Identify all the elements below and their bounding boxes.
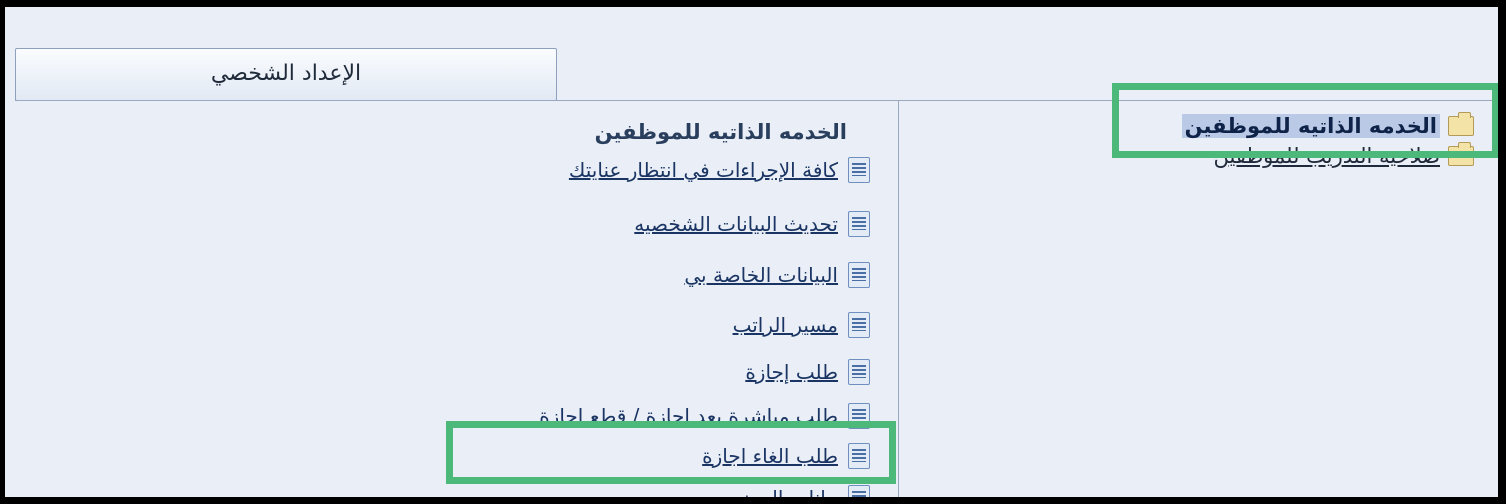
document-icon: [848, 443, 870, 469]
link-label[interactable]: مسير الراتب: [733, 313, 838, 337]
navigator-item-training[interactable]: صلاحيه التدريب للموظفين: [1214, 141, 1474, 171]
navigator-item-label[interactable]: صلاحيه التدريب للموظفين: [1214, 144, 1441, 168]
link-leave-request[interactable]: طلب إجازة: [745, 355, 870, 389]
link-label[interactable]: طلب مباشرة بعد اجازة / قطع اجازة: [539, 404, 838, 428]
link-payslip[interactable]: مسير الراتب: [733, 308, 870, 342]
link-resume-after-leave[interactable]: طلب مباشرة بعد اجازة / قطع اجازة: [539, 399, 870, 433]
tab-personal-settings[interactable]: الإعداد الشخصي: [15, 48, 557, 101]
navigator-item-employee-self-service[interactable]: الخدمه الذاتيه للموظفين: [1181, 111, 1474, 141]
navigator-panel: الخدمه الذاتيه للموظفين صلاحيه التدريب ل…: [898, 100, 1498, 497]
link-update-personal-data[interactable]: تحديث البيانات الشخصيه: [634, 207, 870, 241]
link-my-data[interactable]: البيانات الخاصة بي: [684, 258, 870, 292]
link-label[interactable]: طلب إجازة: [745, 360, 838, 384]
link-attendance[interactable]: بيانات الحضور: [722, 481, 870, 497]
link-cancel-leave[interactable]: طلب الغاء اجازة: [702, 439, 870, 473]
document-icon: [848, 359, 870, 385]
link-label[interactable]: طلب الغاء اجازة: [702, 444, 838, 468]
navigator-item-label[interactable]: الخدمه الذاتيه للموظفين: [1181, 114, 1440, 138]
section-title: الخدمه الذاتيه للموظفين: [594, 120, 847, 144]
app-window: الإعداد الشخصي الخدمه الذاتيه للموظفين ك…: [5, 7, 1498, 497]
folder-icon: [1448, 112, 1474, 136]
link-pending-actions[interactable]: كافة الإجراءات في انتظار عنايتك: [569, 153, 870, 187]
document-icon: [848, 312, 870, 338]
link-label[interactable]: بيانات الحضور: [722, 486, 838, 497]
link-label[interactable]: كافة الإجراءات في انتظار عنايتك: [569, 158, 838, 182]
document-icon: [848, 485, 870, 497]
document-icon: [848, 403, 870, 429]
document-icon: [848, 157, 870, 183]
content-panel: الخدمه الذاتيه للموظفين كافة الإجراءات ف…: [15, 100, 898, 497]
document-icon: [848, 211, 870, 237]
folder-icon: [1448, 142, 1474, 166]
link-label[interactable]: البيانات الخاصة بي: [684, 263, 838, 287]
link-label[interactable]: تحديث البيانات الشخصيه: [634, 212, 838, 236]
document-icon: [848, 262, 870, 288]
